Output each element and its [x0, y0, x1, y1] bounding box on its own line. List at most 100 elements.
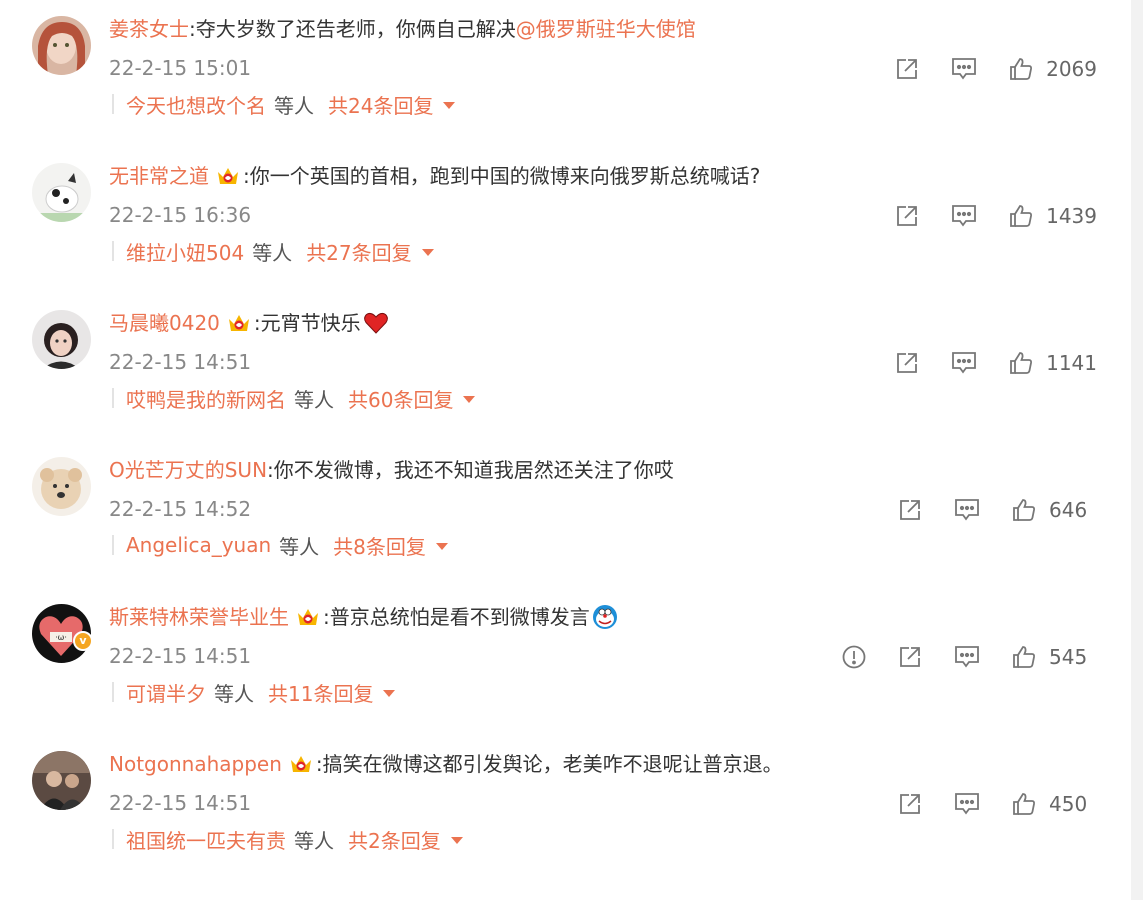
username-link[interactable]: O光芒万丈的SUN: [109, 455, 267, 485]
svg-text:·ω·: ·ω·: [55, 633, 67, 642]
share-icon: [897, 353, 917, 373]
username-link[interactable]: 马晨曦0420: [109, 308, 220, 338]
comment-actions: 450: [867, 789, 1097, 819]
scrollbar-track[interactable]: [1131, 0, 1143, 900]
avatar[interactable]: [32, 457, 91, 516]
share-button[interactable]: [897, 644, 923, 670]
thumbs-up-icon: [1013, 499, 1035, 521]
comment-time: 22-2-15 14:51: [109, 350, 252, 374]
like-count: 1439: [1046, 204, 1097, 228]
share-icon: [897, 206, 917, 226]
red-heart-emoji: [363, 310, 389, 336]
reply-user-link[interactable]: 维拉小妞504: [126, 237, 244, 266]
avatar[interactable]: [32, 16, 91, 75]
comment-text: 你一个英国的首相，跑到中国的微博来向俄罗斯总统喊话?: [249, 164, 761, 188]
vip-crown-icon[interactable]: [288, 751, 314, 777]
comment-item: 马晨曦0420: 元宵节快乐 22-2-15 14:51 1141 哎鸭是我的新网…: [0, 294, 1143, 441]
share-icon: [900, 794, 920, 814]
like-count: 450: [1049, 792, 1088, 816]
comment-list: 姜茶女士: 夺大岁数了还告老师，你俩自己解决 @俄罗斯驻华大使馆 22-2-15 1…: [0, 0, 1143, 900]
reply-summary: 祖国统一匹夫有责 等人 共2条回复: [112, 825, 463, 853]
mention-link[interactable]: @俄罗斯驻华大使馆: [516, 14, 696, 44]
caret-down-icon: [421, 248, 434, 256]
like-button[interactable]: 545: [1011, 644, 1097, 670]
comment-line: 马晨曦0420: 元宵节快乐: [109, 308, 389, 338]
share-button[interactable]: [894, 56, 920, 82]
comment-button[interactable]: [950, 56, 978, 82]
reply-user-link[interactable]: 可谓半夕: [126, 678, 206, 707]
reply-summary: 今天也想改个名 等人 共24条回复: [112, 90, 456, 119]
report-icon: [842, 645, 866, 669]
share-button[interactable]: [897, 791, 923, 817]
comment-item: Notgonnahappen: 搞笑在微博这都引发舆论，老美咋不退呢让普京退。 2…: [0, 735, 1143, 882]
comment-text: 普京总统怕是看不到微博发言: [329, 605, 590, 629]
caret-down-icon: [383, 689, 396, 697]
vip-crown-icon[interactable]: [215, 163, 241, 189]
expand-replies-button[interactable]: 共60条回复: [348, 384, 476, 413]
comment-button[interactable]: [950, 203, 978, 229]
username-link[interactable]: 无非常之道: [109, 161, 209, 191]
reply-user-link[interactable]: Angelica_yuan: [126, 533, 271, 557]
like-button[interactable]: 2069: [1008, 56, 1097, 82]
reply-user-link[interactable]: 今天也想改个名: [126, 90, 266, 119]
comment-time: 22-2-15 16:36: [109, 203, 252, 227]
like-count: 2069: [1046, 57, 1097, 81]
thumbs-up-icon: [1013, 646, 1035, 668]
report-button[interactable]: [841, 644, 867, 670]
reply-summary: 哎鸭是我的新网名 等人 共60条回复: [112, 384, 476, 413]
share-icon: [900, 647, 920, 667]
username-link[interactable]: Notgonnahappen: [109, 749, 282, 779]
comment-icon: [952, 205, 976, 227]
reply-user-link[interactable]: 祖国统一匹夫有责: [126, 825, 286, 854]
username-link[interactable]: 姜茶女士: [109, 14, 189, 44]
reply-summary: Angelica_yuan 等人 共8条回复: [112, 531, 448, 559]
comment-line: 斯莱特林荣誉毕业生: 普京总统怕是看不到微博发言: [109, 602, 618, 632]
username-link[interactable]: 斯莱特林荣誉毕业生: [109, 602, 289, 632]
like-button[interactable]: 646: [1011, 497, 1097, 523]
comment-button[interactable]: [953, 791, 981, 817]
caret-down-icon: [443, 101, 456, 109]
comment-line: O光芒万丈的SUN: 你不发微博，我还不知道我居然还关注了你哎: [109, 455, 674, 485]
vip-crown-icon[interactable]: [226, 310, 252, 336]
comment-icon: [955, 793, 979, 815]
comment-text: 你不发微博，我还不知道我居然还关注了你哎: [273, 458, 674, 482]
comment-icon: [952, 58, 976, 80]
share-button[interactable]: [894, 350, 920, 376]
comment-button[interactable]: [953, 644, 981, 670]
comment-icon: [955, 499, 979, 521]
expand-replies-button[interactable]: 共8条回复: [333, 531, 448, 560]
avatar[interactable]: [32, 751, 91, 810]
doraemon-emoji: [592, 604, 618, 630]
share-button[interactable]: [897, 497, 923, 523]
comment-icon: [952, 352, 976, 374]
expand-replies-button[interactable]: 共11条回复: [268, 678, 396, 707]
comment-text: 搞笑在微博这都引发舆论，老美咋不退呢让普京退。: [322, 752, 783, 776]
comment-line: 姜茶女士: 夺大岁数了还告老师，你俩自己解决 @俄罗斯驻华大使馆: [109, 14, 696, 44]
expand-replies-button[interactable]: 共2条回复: [348, 825, 463, 854]
comment-item: ·ω· v 斯莱特林荣誉毕业生: 普京总统怕是看不到微博发言 22-2-15 14…: [0, 588, 1143, 735]
comment-button[interactable]: [953, 497, 981, 523]
reply-summary: 维拉小妞504 等人 共27条回复: [112, 237, 434, 265]
thumbs-up-icon: [1010, 352, 1033, 374]
comment-text: 夺大岁数了还告老师，你俩自己解决: [195, 17, 516, 41]
like-button[interactable]: 450: [1011, 791, 1097, 817]
comment-item: 无非常之道: 你一个英国的首相，跑到中国的微博来向俄罗斯总统喊话? 22-2-15…: [0, 147, 1143, 294]
like-button[interactable]: 1141: [1008, 350, 1097, 376]
share-button[interactable]: [894, 203, 920, 229]
thumbs-up-icon: [1013, 793, 1035, 815]
expand-replies-button[interactable]: 共27条回复: [306, 237, 434, 266]
comment-button[interactable]: [950, 350, 978, 376]
caret-down-icon: [463, 395, 476, 403]
reply-user-link[interactable]: 哎鸭是我的新网名: [126, 384, 286, 413]
avatar[interactable]: [32, 310, 91, 369]
avatar[interactable]: [32, 163, 91, 222]
like-button[interactable]: 1439: [1008, 203, 1097, 229]
like-count: 646: [1049, 498, 1088, 522]
thumbs-up-icon: [1010, 205, 1033, 227]
expand-replies-button[interactable]: 共24条回复: [328, 90, 456, 119]
comment-item: 姜茶女士: 夺大岁数了还告老师，你俩自己解决 @俄罗斯驻华大使馆 22-2-15 1…: [0, 0, 1143, 147]
reply-summary: 可谓半夕 等人 共11条回复: [112, 678, 396, 707]
vip-crown-icon[interactable]: [295, 604, 321, 630]
comment-icon: [955, 646, 979, 668]
comment-time: 22-2-15 15:01: [109, 56, 252, 80]
